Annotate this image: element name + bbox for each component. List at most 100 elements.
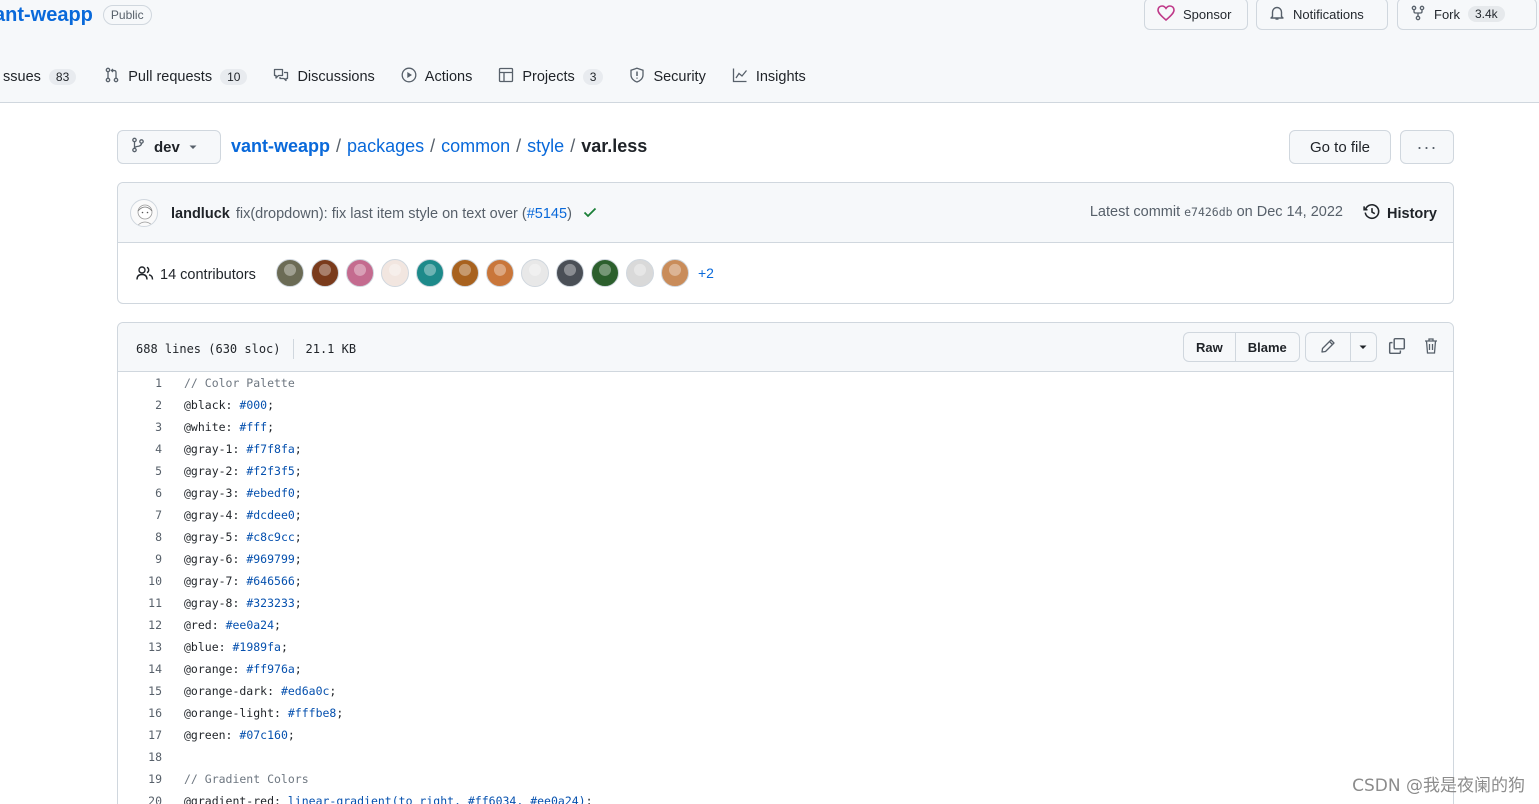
nav-item-label: Projects bbox=[522, 69, 575, 85]
pull-request-link[interactable]: #5145 bbox=[527, 206, 567, 222]
branch-selector[interactable]: dev bbox=[117, 130, 221, 164]
line-number[interactable]: 2 bbox=[118, 398, 162, 412]
breadcrumb-repo-link[interactable]: vant-weapp bbox=[231, 136, 330, 157]
contributors-link[interactable]: 14 contributors bbox=[136, 265, 256, 285]
contributor-avatar[interactable] bbox=[521, 259, 549, 287]
semicolon: ; bbox=[294, 574, 302, 588]
delete-button[interactable] bbox=[1420, 336, 1442, 358]
line-content: @orange: #ff976a; bbox=[184, 662, 302, 676]
bell-icon bbox=[1269, 5, 1285, 24]
line-number[interactable]: 9 bbox=[118, 552, 162, 566]
code-comment: // Gradient Colors bbox=[184, 772, 309, 786]
contributor-avatar[interactable] bbox=[661, 259, 689, 287]
repo-name-link[interactable]: ant-weapp bbox=[0, 4, 93, 27]
tab-pull-requests[interactable]: Pull requests 10 bbox=[91, 60, 260, 94]
less-value: #000 bbox=[239, 398, 268, 412]
contributor-avatar[interactable] bbox=[276, 259, 304, 287]
repo-header: ant-weapp Public Sponsor Notifications F… bbox=[0, 0, 1539, 103]
issues-counter: 83 bbox=[48, 69, 77, 85]
history-link[interactable]: History bbox=[1363, 203, 1437, 225]
tab-discussions[interactable]: Discussions bbox=[260, 60, 387, 94]
tab-issues[interactable]: ssues 83 bbox=[0, 60, 89, 94]
less-value: #ed6a0c bbox=[280, 684, 330, 698]
notifications-button[interactable]: Notifications bbox=[1256, 0, 1388, 30]
semicolon: ; bbox=[274, 618, 281, 632]
tab-actions[interactable]: Actions bbox=[388, 60, 486, 94]
contributor-avatar[interactable] bbox=[591, 259, 619, 287]
less-variable: @gray-5: bbox=[184, 530, 240, 544]
contributor-avatar[interactable] bbox=[486, 259, 514, 287]
line-content: // Color Palette bbox=[184, 376, 295, 390]
file-size: 21.1 KB bbox=[305, 342, 357, 356]
breadcrumb-separator: / bbox=[430, 136, 436, 156]
line-number[interactable]: 15 bbox=[118, 684, 162, 698]
contributor-avatar[interactable] bbox=[381, 259, 409, 287]
line-number[interactable]: 12 bbox=[118, 618, 162, 632]
line-number[interactable]: 5 bbox=[118, 464, 162, 478]
commit-sha-link[interactable]: e7426db bbox=[1184, 205, 1232, 219]
line-content: @red: #ee0a24; bbox=[184, 618, 281, 632]
contributor-avatar[interactable] bbox=[556, 259, 584, 287]
line-number[interactable]: 11 bbox=[118, 596, 162, 610]
line-number[interactable]: 6 bbox=[118, 486, 162, 500]
more-contributors-link[interactable]: +2 bbox=[698, 265, 714, 281]
nav-item-label: Actions bbox=[424, 69, 473, 85]
tab-security[interactable]: Security bbox=[616, 60, 718, 94]
less-variable: @white: bbox=[184, 420, 233, 434]
contributor-avatar[interactable] bbox=[311, 259, 339, 287]
contributor-avatar[interactable] bbox=[626, 259, 654, 287]
breadcrumb-packages-link[interactable]: packages bbox=[347, 136, 424, 157]
sponsor-button[interactable]: Sponsor bbox=[1144, 0, 1248, 30]
line-number[interactable]: 16 bbox=[118, 706, 162, 720]
code-line: 5 @gray-2: #f2f3f5; bbox=[118, 460, 1453, 482]
discussions-icon bbox=[273, 67, 289, 87]
pull-requests-counter: 10 bbox=[220, 69, 248, 85]
tab-projects[interactable]: Projects 3 bbox=[485, 60, 616, 94]
shield-icon bbox=[629, 67, 645, 87]
branch-name: dev bbox=[154, 138, 180, 156]
blame-button[interactable]: Blame bbox=[1234, 333, 1299, 361]
contributor-avatar[interactable] bbox=[416, 259, 444, 287]
edit-dropdown-button[interactable] bbox=[1349, 333, 1376, 361]
edit-button[interactable] bbox=[1306, 333, 1350, 361]
line-number[interactable]: 14 bbox=[118, 662, 162, 676]
line-number[interactable]: 13 bbox=[118, 640, 162, 654]
semicolon: ; bbox=[294, 464, 302, 478]
line-number[interactable]: 20 bbox=[118, 794, 162, 804]
raw-button[interactable]: Raw bbox=[1184, 333, 1235, 361]
line-number[interactable]: 1 bbox=[118, 376, 162, 390]
latest-commit-row: landluck fix(dropdown): fix last item st… bbox=[118, 183, 1453, 243]
semicolon: ; bbox=[336, 706, 344, 720]
line-number[interactable]: 10 bbox=[118, 574, 162, 588]
play-icon bbox=[401, 67, 417, 87]
contributor-avatar[interactable] bbox=[451, 259, 479, 287]
copy-button[interactable] bbox=[1386, 336, 1408, 358]
line-number[interactable]: 19 bbox=[118, 772, 162, 786]
more-options-button[interactable]: ··· bbox=[1400, 130, 1454, 164]
visibility-badge: Public bbox=[102, 5, 152, 25]
line-number[interactable]: 8 bbox=[118, 530, 162, 544]
file-viewer: 688 lines (630 sloc) 21.1 KB Raw Blame 1… bbox=[117, 322, 1454, 804]
tab-insights[interactable]: Insights bbox=[719, 60, 819, 94]
line-number[interactable]: 17 bbox=[118, 728, 162, 742]
line-number[interactable]: 4 bbox=[118, 442, 162, 456]
less-value: #fff bbox=[239, 420, 268, 434]
contributor-avatar[interactable] bbox=[346, 259, 374, 287]
line-number[interactable]: 7 bbox=[118, 508, 162, 522]
code-line: 16 @orange-light: #fffbe8; bbox=[118, 702, 1453, 724]
breadcrumb-common-link[interactable]: common bbox=[441, 136, 510, 157]
commit-author-link[interactable]: landluck bbox=[171, 206, 230, 222]
check-icon[interactable] bbox=[582, 204, 598, 224]
less-value: #f7f8fa bbox=[246, 442, 295, 456]
semicolon: ; bbox=[294, 552, 302, 566]
line-number[interactable]: 3 bbox=[118, 420, 162, 434]
go-to-file-button[interactable]: Go to file bbox=[1289, 130, 1391, 164]
pencil-icon bbox=[1320, 338, 1336, 357]
nav-item-label: ssues bbox=[3, 69, 41, 85]
breadcrumb-style-link[interactable]: style bbox=[527, 136, 564, 157]
commit-message-text[interactable]: fix(dropdown): fix last item style on te… bbox=[236, 206, 527, 222]
notifications-label: Notifications bbox=[1293, 6, 1364, 22]
author-avatar[interactable] bbox=[130, 199, 158, 227]
fork-button[interactable]: Fork 3.4k bbox=[1397, 0, 1537, 30]
line-number[interactable]: 18 bbox=[118, 750, 162, 764]
